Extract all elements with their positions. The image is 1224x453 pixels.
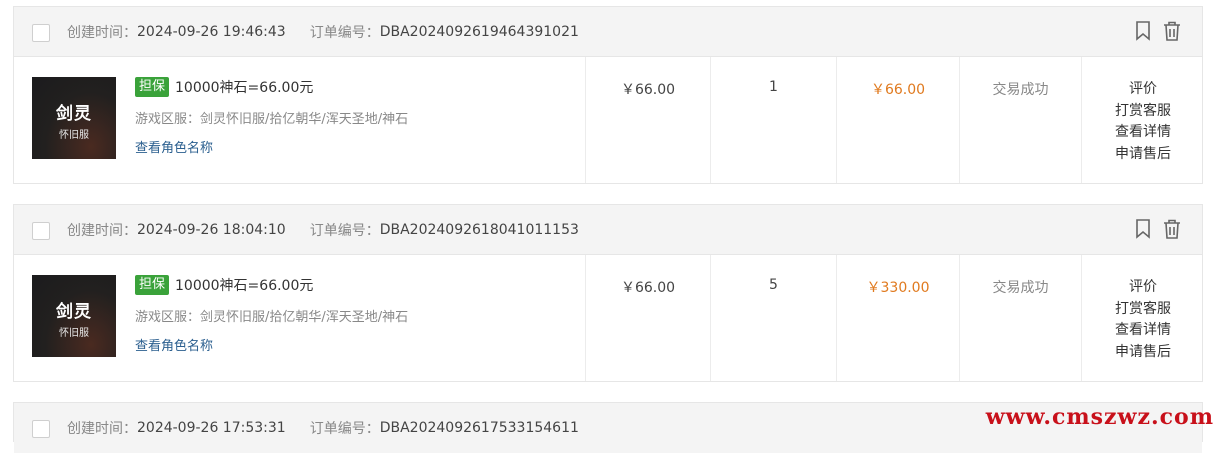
order-header: 创建时间： 2024-09-26 19:46:43 订单编号： DBA20240… — [14, 7, 1202, 57]
product-info: 担保 10000神石=66.00元 游戏区服：剑灵怀旧服/拾亿朝华/浑天圣地/神… — [135, 76, 575, 156]
game-thumbnail[interactable]: 剑灵 怀旧服 — [32, 77, 116, 159]
review-link[interactable]: 评价 — [1082, 277, 1204, 299]
quantity: 5 — [710, 255, 836, 381]
order-meta: 创建时间： 2024-09-26 17:53:31 订单编号： DBA20240… — [67, 403, 579, 453]
order-status: 交易成功 — [959, 57, 1081, 183]
thumb-subtitle: 怀旧服 — [32, 126, 116, 141]
order-no-label: 订单编号： — [310, 418, 380, 438]
after-sales-link[interactable]: 申请售后 — [1082, 144, 1204, 166]
server-label: 游戏区服： — [135, 112, 200, 127]
view-details-link[interactable]: 查看详情 — [1082, 320, 1204, 342]
tip-service-link[interactable]: 打赏客服 — [1082, 101, 1204, 123]
bookmark-icon[interactable] — [1134, 218, 1152, 240]
thumb-subtitle: 怀旧服 — [32, 324, 116, 339]
trash-icon[interactable] — [1162, 20, 1182, 42]
order-header: 创建时间： 2024-09-26 18:04:10 订单编号： DBA20240… — [14, 205, 1202, 255]
after-sales-link[interactable]: 申请售后 — [1082, 342, 1204, 364]
created-time: 2024-09-26 18:04:10 — [137, 222, 286, 238]
created-label: 创建时间： — [67, 418, 137, 438]
order-card: 创建时间： 2024-09-26 18:04:10 订单编号： DBA20240… — [13, 204, 1203, 382]
order-number: DBA2024092617533154611 — [380, 420, 579, 436]
unit-price: ￥66.00 — [585, 57, 710, 183]
order-body: 剑灵 怀旧服 担保 10000神石=66.00元 游戏区服：剑灵怀旧服/拾亿朝华… — [14, 57, 1202, 183]
view-role-link[interactable]: 查看角色名称 — [135, 137, 575, 156]
server-info: 游戏区服：剑灵怀旧服/拾亿朝华/浑天圣地/神石 — [135, 108, 575, 127]
guarantee-badge: 担保 — [135, 275, 169, 295]
total-price: ￥330.00 — [836, 255, 959, 381]
view-role-link[interactable]: 查看角色名称 — [135, 335, 575, 354]
server-info: 游戏区服：剑灵怀旧服/拾亿朝华/浑天圣地/神石 — [135, 306, 575, 325]
view-details-link[interactable]: 查看详情 — [1082, 122, 1204, 144]
order-card: 创建时间： 2024-09-26 19:46:43 订单编号： DBA20240… — [13, 6, 1203, 184]
order-select-checkbox[interactable] — [32, 222, 50, 240]
order-number: DBA2024092619464391021 — [380, 24, 579, 40]
product-title: 10000神石=66.00元 — [175, 275, 313, 295]
game-thumbnail[interactable]: 剑灵 怀旧服 — [32, 275, 116, 357]
thumb-title: 剑灵 — [32, 99, 116, 124]
created-label: 创建时间： — [67, 220, 137, 240]
watermark: www.cmszwz.com — [986, 404, 1214, 430]
review-link[interactable]: 评价 — [1082, 79, 1204, 101]
order-no-label: 订单编号： — [310, 220, 380, 240]
thumb-title: 剑灵 — [32, 297, 116, 322]
bookmark-icon[interactable] — [1134, 20, 1152, 42]
total-price: ￥66.00 — [836, 57, 959, 183]
order-status: 交易成功 — [959, 255, 1081, 381]
product-info: 担保 10000神石=66.00元 游戏区服：剑灵怀旧服/拾亿朝华/浑天圣地/神… — [135, 274, 575, 354]
quantity: 1 — [710, 57, 836, 183]
order-select-checkbox[interactable] — [32, 420, 50, 438]
order-number: DBA2024092618041011153 — [380, 222, 579, 238]
created-label: 创建时间： — [67, 22, 137, 42]
tip-service-link[interactable]: 打赏客服 — [1082, 299, 1204, 321]
order-no-label: 订单编号： — [310, 22, 380, 42]
server-value: 剑灵怀旧服/拾亿朝华/浑天圣地/神石 — [200, 310, 408, 325]
order-meta: 创建时间： 2024-09-26 18:04:10 订单编号： DBA20240… — [67, 205, 579, 255]
server-value: 剑灵怀旧服/拾亿朝华/浑天圣地/神石 — [200, 112, 408, 127]
created-time: 2024-09-26 17:53:31 — [137, 420, 286, 436]
created-time: 2024-09-26 19:46:43 — [137, 24, 286, 40]
product-title: 10000神石=66.00元 — [175, 77, 313, 97]
order-select-checkbox[interactable] — [32, 24, 50, 42]
order-meta: 创建时间： 2024-09-26 19:46:43 订单编号： DBA20240… — [67, 7, 579, 57]
trash-icon[interactable] — [1162, 218, 1182, 240]
order-actions: 评价 打赏客服 查看详情 申请售后 — [1081, 57, 1204, 183]
order-body: 剑灵 怀旧服 担保 10000神石=66.00元 游戏区服：剑灵怀旧服/拾亿朝华… — [14, 255, 1202, 381]
unit-price: ￥66.00 — [585, 255, 710, 381]
order-actions: 评价 打赏客服 查看详情 申请售后 — [1081, 255, 1204, 381]
server-label: 游戏区服： — [135, 310, 200, 325]
guarantee-badge: 担保 — [135, 77, 169, 97]
